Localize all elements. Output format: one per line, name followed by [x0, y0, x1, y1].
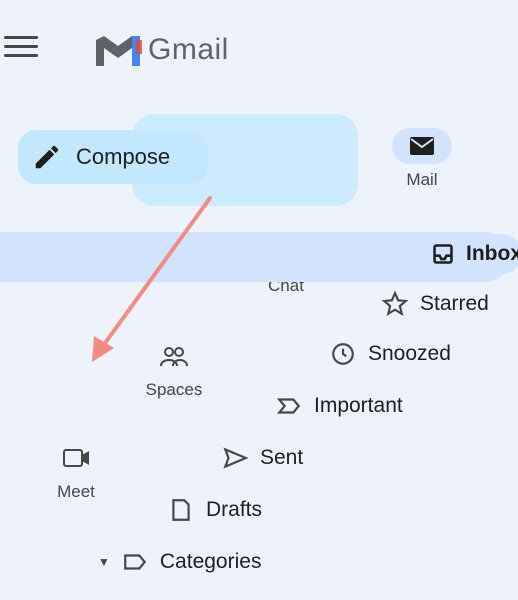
star-icon	[382, 291, 408, 316]
rail-label: Mail	[406, 170, 438, 189]
draft-icon	[172, 499, 190, 521]
nav-label: Inbox	[466, 242, 518, 265]
nav-item-sent[interactable]: Sent	[222, 438, 303, 478]
menu-line	[4, 36, 38, 39]
rail-icon-box	[144, 338, 204, 374]
nav-item-categories[interactable]: ▼ Categories	[98, 542, 261, 582]
menu-line	[4, 45, 38, 48]
logo-text: Gmail	[148, 33, 229, 66]
nav-item-snoozed[interactable]: Snoozed	[330, 334, 451, 374]
rail-item-spaces[interactable]: Spaces	[144, 338, 204, 400]
nav-item-inbox[interactable]: Inbox	[432, 234, 518, 274]
nav-item-important[interactable]: Important	[276, 386, 403, 426]
gmail-m-icon	[96, 36, 142, 66]
nav-label: Drafts	[206, 498, 263, 521]
meet-icon	[63, 449, 89, 467]
spaces-icon	[160, 347, 188, 367]
nav-label: Sent	[260, 446, 304, 469]
nav-label: Important	[314, 394, 403, 417]
inbox-icon	[433, 244, 453, 264]
rail-item-mail[interactable]: Mail	[392, 128, 452, 190]
main-menu-button[interactable]	[4, 36, 38, 60]
rail-icon-box	[392, 128, 452, 164]
nav-label: Starred	[420, 292, 489, 315]
rail-label: Spaces	[145, 380, 203, 399]
label-icon	[124, 554, 147, 570]
nav-item-drafts[interactable]: Drafts	[168, 490, 262, 530]
pencil-icon	[35, 145, 59, 169]
compose-button[interactable]: Compose	[18, 130, 208, 184]
rail-item-meet[interactable]: Meet	[46, 440, 106, 502]
send-icon	[223, 447, 248, 469]
clock-icon	[332, 343, 354, 365]
rail-icon-box	[46, 440, 106, 476]
caret-down-icon: ▼	[98, 555, 110, 569]
nav-item-starred[interactable]: Starred	[382, 284, 489, 324]
menu-line	[4, 54, 38, 57]
mail-icon	[410, 137, 434, 155]
rail-label: Meet	[57, 482, 95, 501]
nav-label: Categories	[159, 550, 262, 573]
important-icon	[276, 398, 301, 414]
compose-label: Compose	[76, 144, 171, 169]
gmail-logo[interactable]: Gmail	[92, 32, 229, 68]
nav-label: Snoozed	[368, 342, 451, 365]
